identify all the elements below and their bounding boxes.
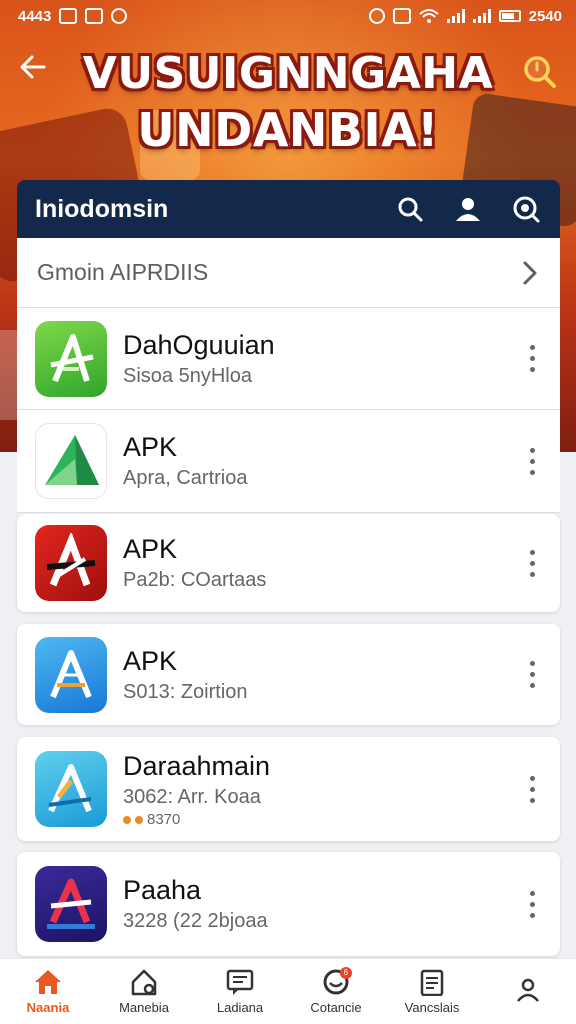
- news-icon: [226, 969, 254, 995]
- profile-icon: [517, 978, 539, 1002]
- hero-title-line2: UNDANBIA!: [137, 103, 439, 157]
- search-button[interactable]: [394, 193, 426, 225]
- app-bar: Iniodomsin: [17, 180, 560, 238]
- signal-icon: [446, 9, 465, 23]
- account-button[interactable]: [452, 193, 484, 225]
- gallery-notification-icon: [59, 8, 78, 24]
- nav-item-label: Vancslais: [404, 1000, 460, 1015]
- app-list-item[interactable]: APK S013: Zoirtion: [17, 624, 560, 725]
- app-icon: [35, 320, 107, 397]
- nav-item-label: Manebia: [119, 1000, 169, 1015]
- app-name: Paaha: [123, 875, 202, 905]
- more-options-button[interactable]: [522, 549, 542, 577]
- nav-item-home[interactable]: Naania: [0, 959, 96, 1024]
- app-rating-value: 8370: [147, 811, 181, 828]
- app-notification-icon: [85, 8, 104, 24]
- app-subtitle: S013: Zoirtion: [123, 680, 248, 703]
- rating-dot-icon: [123, 816, 131, 824]
- nav-item-chat[interactable]: 6 Cotancie: [288, 959, 384, 1024]
- app-subtitle: Sisoa 5nyHloa: [123, 364, 252, 387]
- app-subtitle: 3228 (22 2bjoaa: [123, 910, 268, 932]
- app-list-item[interactable]: APK Pa2b: COartaas: [17, 514, 560, 612]
- notification-badge: 6: [339, 967, 352, 979]
- settings-notification-icon: [111, 8, 128, 24]
- rating-dot-icon: [135, 816, 143, 824]
- app-subtitle: Pa2b: COartaas: [123, 569, 267, 591]
- app-list-item[interactable]: Paaha 3228 (22 2bjoaa: [17, 852, 560, 956]
- section-title: Gmoin AIPRDIIS: [37, 259, 209, 285]
- app-bar-title: Iniodomsin: [35, 194, 169, 223]
- app-rating: 8370: [123, 811, 522, 829]
- search-icon: [524, 56, 556, 88]
- nav-item-news[interactable]: Ladiana: [192, 959, 288, 1024]
- signal-icon-2: [472, 9, 491, 23]
- more-options-button[interactable]: [522, 775, 542, 803]
- app-icon: [35, 525, 107, 601]
- nav-item-profile[interactable]: [480, 959, 576, 1024]
- app-icon: [35, 751, 107, 827]
- more-options-button[interactable]: [522, 345, 542, 372]
- section-header[interactable]: Gmoin AIPRDIIS: [17, 238, 560, 308]
- nav-item-label: Naania: [26, 1000, 70, 1015]
- bottom-navigation: Naania Manebia Ladiana 6 Cotancie Vancsl…: [0, 958, 576, 1024]
- vibrate-icon: [392, 8, 411, 24]
- scan-icon: [513, 196, 540, 223]
- search-icon: [398, 197, 423, 222]
- app-list-item[interactable]: Daraahmain 3062: Arr. Koaa 8370: [17, 737, 560, 841]
- nav-item-store[interactable]: Manebia: [96, 959, 192, 1024]
- more-options-button[interactable]: [522, 447, 542, 475]
- app-icon: [35, 866, 107, 942]
- app-list-item[interactable]: APK Apra, Cartrioa: [17, 410, 560, 513]
- hero-title-line1: VUSUIGNNGAHA: [82, 48, 494, 99]
- app-name: DahOguuian: [123, 329, 275, 360]
- nav-item-label: Ladiana: [216, 1000, 264, 1015]
- app-icon: [35, 636, 107, 713]
- battery-icon: [498, 10, 521, 22]
- app-list-item[interactable]: DahOguuian Sisoa 5nyHloa: [17, 308, 560, 410]
- app-name: APK: [123, 534, 178, 564]
- app-name: APK: [123, 432, 178, 462]
- status-time-left: 4443: [18, 7, 52, 25]
- scan-button[interactable]: [510, 193, 542, 225]
- chevron-right-icon: [523, 261, 537, 284]
- status-time-right: 2540: [528, 7, 562, 25]
- nav-item-label: Cotancie: [310, 1000, 362, 1015]
- more-options-button[interactable]: [522, 661, 542, 688]
- user-icon: [456, 198, 480, 221]
- app-subtitle: Apra, Cartrioa: [123, 467, 248, 489]
- app-icon: [35, 423, 107, 499]
- app-subtitle: 3062: Arr. Koaa: [123, 786, 261, 808]
- alarm-icon: [368, 8, 385, 24]
- more-options-button[interactable]: [522, 890, 542, 918]
- app-name: Daraahmain: [123, 751, 271, 781]
- hero-title: VUSUIGNNGAHA UNDANBIA!: [0, 46, 576, 158]
- status-bar: 4443 2540: [0, 0, 576, 32]
- nav-item-tasks[interactable]: Vancslais: [384, 959, 480, 1024]
- home-icon: [35, 970, 61, 994]
- wifi-icon: [418, 9, 439, 23]
- clipboard-icon: [420, 969, 444, 996]
- hero-search-button[interactable]: [522, 54, 558, 90]
- store-icon: [131, 969, 157, 996]
- app-name: APK: [123, 645, 178, 676]
